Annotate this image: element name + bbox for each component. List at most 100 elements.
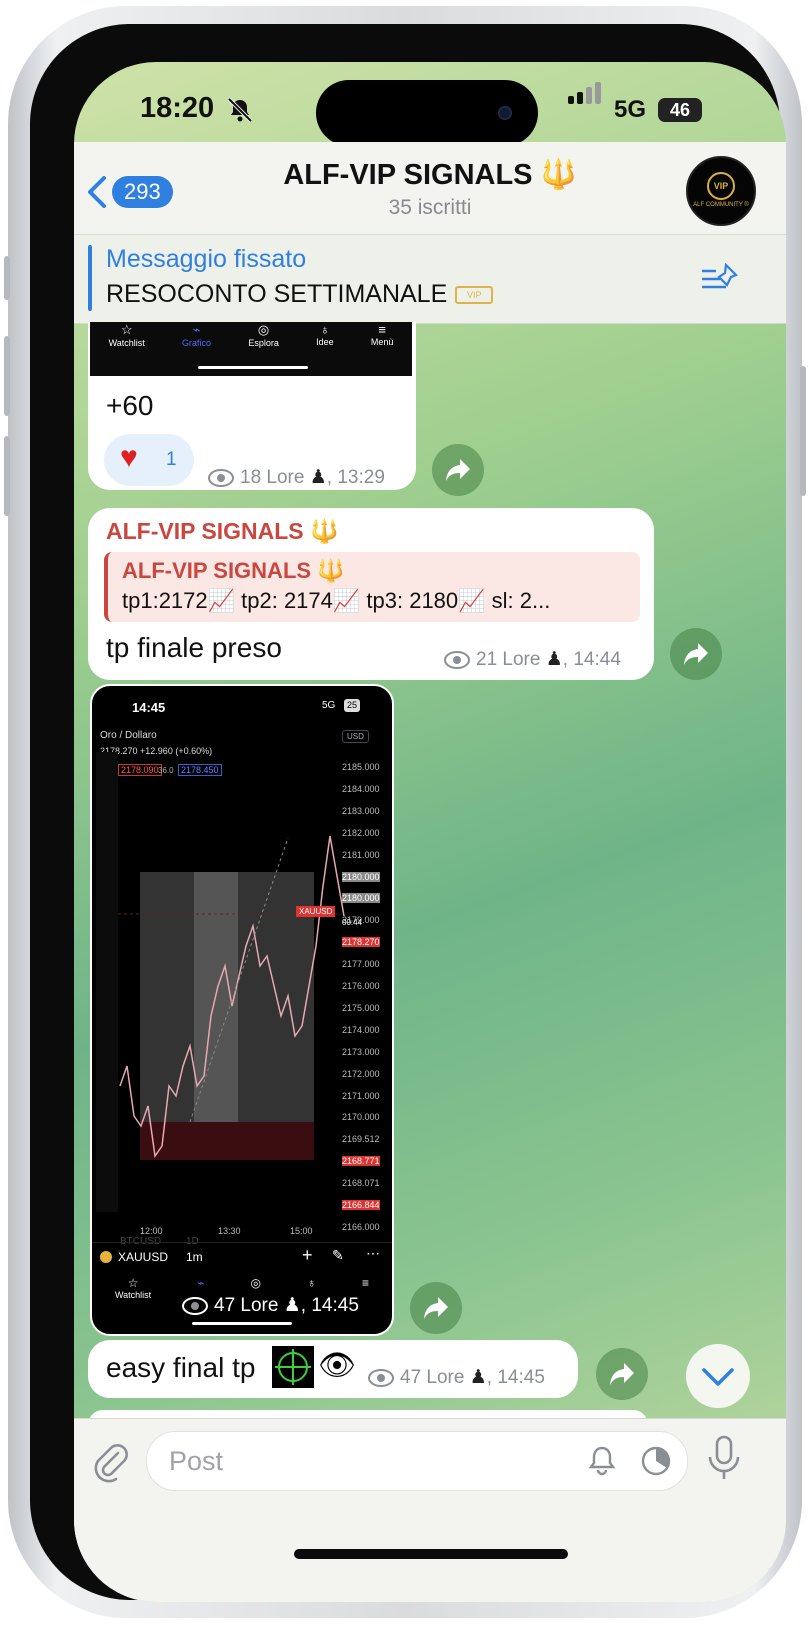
symbol-bar: XAUUSD 1m + ✎ ⋯	[92, 1242, 392, 1273]
channel-avatar[interactable]: VIP ALF COMMUNITY ®	[686, 156, 756, 226]
nav-idee-label: Idee	[316, 337, 334, 347]
message-bubble-2[interactable]: ALF-VIP SIGNALS 🔱 ALF-VIP SIGNALS 🔱 tp1:…	[88, 508, 654, 680]
message-input[interactable]	[167, 1442, 571, 1480]
message-field[interactable]	[146, 1431, 688, 1491]
price-axis-label: 2180.000	[342, 871, 380, 882]
forward-button[interactable]	[432, 444, 484, 496]
plus-icon: +	[302, 1245, 313, 1265]
pinned-label: Messaggio fissato	[106, 245, 307, 273]
message-text: +60	[106, 390, 154, 421]
time: , 14:44	[562, 649, 621, 670]
price-axis-label: 2182.000	[342, 827, 380, 838]
message-bubble-4[interactable]: easy final tp 👁 47 Lore ♟, 14:45	[88, 1340, 578, 1398]
interval: 1m	[186, 1250, 203, 1264]
price-label-countdown: 00:44	[342, 918, 363, 927]
nav-idee: ♁ Idee	[316, 322, 334, 362]
reply-quote[interactable]: ALF-VIP SIGNALS 🔱 tp1:2172📈 tp2: 2174📈 t…	[104, 552, 640, 622]
home-indicator-mini	[198, 366, 308, 369]
forward-button[interactable]	[596, 1348, 648, 1400]
time: , 14:45	[300, 1295, 359, 1316]
time: , 13:29	[326, 467, 385, 488]
pencil-icon: ✎	[332, 1247, 344, 1263]
message-text: easy final tp	[106, 1352, 256, 1383]
eye-icon	[208, 468, 234, 487]
chevron-down-icon	[702, 1368, 734, 1386]
menu-icon: ≡	[361, 1276, 369, 1290]
nav-menu: ≡ Menù	[371, 322, 394, 362]
price-axis: 2185.000 2184.000 2183.000 2182.000 2181.000…	[340, 762, 392, 1232]
forward-button[interactable]	[410, 1282, 462, 1334]
nav-watchlist-label: Watchlist	[108, 338, 145, 348]
sender-name: ALF-VIP SIGNALS 🔱	[106, 518, 339, 544]
price-axis-label: 2185.000	[342, 762, 380, 772]
compass-icon: ◎	[257, 322, 270, 337]
pawn-icon: ♟	[309, 467, 327, 488]
nav-esplora: ◎ Esplora	[248, 322, 279, 362]
view-count: 47	[214, 1295, 236, 1316]
screen: 18:20 5G 46 293 ALF-VIP SIGNALS 🔱 35 isc…	[74, 62, 786, 1602]
price-axis-label: 2174.000	[342, 1024, 380, 1035]
pawn-icon: ♟	[283, 1295, 301, 1316]
volume-up-button	[4, 336, 10, 416]
timer-icon[interactable]	[639, 1444, 673, 1478]
subscriber-count: 35 iscritti	[388, 196, 472, 219]
price-axis-label: 2178.270	[342, 937, 380, 948]
price-axis-label: 2176.000	[342, 981, 380, 992]
forward-button[interactable]	[670, 628, 722, 680]
screenshot-crop: ☆ Watchlist ⌁ Grafico ◎ Esplora ♁ Idee ≡ Menù	[90, 322, 412, 376]
message-text: tp finale preso	[106, 632, 282, 663]
quote-text: tp1:2172📈 tp2: 2174📈 tp3: 2180📈 sl: 2...	[122, 588, 551, 613]
share-arrow-icon	[424, 1297, 448, 1319]
price-axis-label: 2168.071	[342, 1178, 380, 1189]
bell-icon[interactable]	[585, 1444, 619, 1478]
view-count: 18	[240, 467, 262, 488]
vip-badge-icon: VIP	[455, 286, 494, 305]
more-icon: ⋯	[366, 1245, 380, 1261]
author: Lore	[266, 467, 305, 488]
channel-title[interactable]: ALF-VIP SIGNALS 🔱	[74, 158, 786, 192]
price-axis-label: 2173.000	[342, 1046, 380, 1057]
app-nav-bar: ☆ Watchlist ⌁ Grafico ◎ Esplora ♁ Idee ≡ Menù	[90, 322, 412, 362]
dynamic-island	[316, 80, 538, 146]
avatar-caption: ALF COMMUNITY ®	[693, 202, 749, 208]
price-axis-label: 2172.000	[342, 1068, 380, 1079]
price-axis-label: 2168.771	[342, 1156, 380, 1167]
avatar-vip-mark: VIP	[707, 172, 735, 200]
eye-emoji-icon: 👁	[318, 1349, 357, 1382]
nav-menu-label: Menù	[370, 337, 394, 347]
attach-icon[interactable]	[90, 1439, 130, 1483]
nav-grafico: ⌁ Grafico	[182, 322, 211, 362]
pawn-icon: ♟	[469, 1367, 487, 1388]
bell-off-icon	[227, 97, 253, 123]
message-meta: 47 Lore ♟, 14:45	[368, 1366, 545, 1389]
chat-header: 293 ALF-VIP SIGNALS 🔱 35 iscritti VIP AL…	[74, 142, 786, 234]
nav-grafico-label: Grafico	[182, 338, 212, 348]
menu-icon: ≡	[378, 322, 386, 337]
star-icon: ☆	[120, 322, 133, 337]
pawn-icon: ♟	[545, 649, 563, 670]
scroll-down-button[interactable]	[686, 1344, 750, 1408]
drawing-toolbar	[96, 752, 118, 1212]
volume-down-button	[4, 436, 10, 516]
target-icon	[272, 1346, 314, 1388]
chart-icon: ⌁	[197, 1276, 205, 1290]
view-count: 21	[476, 649, 498, 670]
phone-frame: 18:20 5G 46 293 ALF-VIP SIGNALS 🔱 35 isc…	[4, 6, 806, 1618]
power-button	[800, 366, 806, 496]
price-axis-label: 2171.000	[342, 1090, 380, 1101]
heart-reaction[interactable]: ♥ 1	[104, 434, 194, 486]
nav-watchlist: ☆ Watchlist	[115, 1276, 151, 1310]
price-label-symbol: XAUUSD	[296, 906, 336, 917]
author: Lore	[240, 1295, 279, 1316]
star-icon: ☆	[127, 1276, 139, 1290]
author: Lore	[426, 1367, 465, 1388]
pinned-list-icon[interactable]	[700, 263, 740, 295]
time-axis-2: 13:30	[218, 1226, 241, 1236]
time-axis-3: 15:00	[290, 1226, 313, 1236]
message-bubble-1[interactable]: ☆ Watchlist ⌁ Grafico ◎ Esplora ♁ Idee ≡ Menù…	[88, 322, 416, 490]
message-meta: 18 Lore ♟, 13:29	[208, 466, 385, 489]
microphone-icon[interactable]	[704, 1433, 744, 1485]
action-button	[4, 256, 10, 300]
photo-message[interactable]: 14:45 5G 25 Oro / Dollaro 2178.270 +12.9…	[90, 684, 394, 1336]
pinned-message-bar[interactable]: Messaggio fissato RESOCONTO SETTIMANALE V…	[74, 234, 786, 324]
